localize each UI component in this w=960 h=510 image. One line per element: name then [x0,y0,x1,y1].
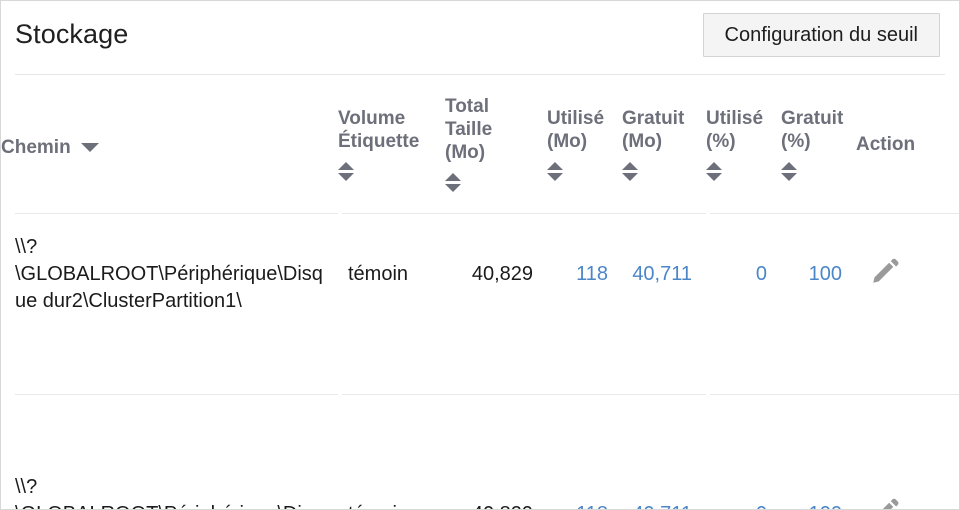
table-header: Chemin Volume Étiquette Total Taille (Mo [1,75,959,214]
caret-down-icon[interactable] [80,142,99,152]
column-header-free-pct-text: Gratuit (%) [781,107,844,152]
column-header-total-size[interactable]: Total Taille (Mo) [445,75,547,213]
cell-used-mo[interactable]: 118 [547,454,622,509]
cell-free-pct[interactable]: 100 [781,454,856,509]
cell-used-mo[interactable]: 118 [547,214,622,334]
table-header-row: Chemin Volume Étiquette Total Taille (Mo [1,75,959,213]
cell-free-mo[interactable]: 40,711 [622,214,706,334]
cell-action [856,214,959,334]
column-header-used-pct-text: Utilisé (%) [706,107,764,152]
row-divider [1,334,959,454]
storage-card: Stockage Configuration du seuil Chemin V… [0,0,960,510]
column-header-volume-label[interactable]: Volume Étiquette [338,75,445,213]
cell-volume-label: témoin [338,214,445,334]
cell-used-pct[interactable]: 0 [706,454,781,509]
column-header-path[interactable]: Chemin [1,75,338,213]
column-header-used-mo[interactable]: Utilisé (Mo) [547,75,622,213]
sort-arrows-icon[interactable] [781,161,797,182]
card-header: Stockage Configuration du seuil [1,1,959,75]
page-title: Stockage [15,19,129,49]
cell-free-pct[interactable]: 100 [781,214,856,334]
column-header-used-mo-text: Utilisé (Mo) [547,107,605,152]
sort-arrows-icon[interactable] [338,161,354,182]
column-header-action: Action [856,75,959,213]
pencil-icon[interactable] [870,496,900,509]
sort-arrows-icon[interactable] [622,161,638,182]
pencil-icon[interactable] [870,256,900,286]
column-header-free-mo-text: Gratuit (Mo) [622,107,685,152]
cell-volume-label: témoin [338,454,445,509]
rule-segment-right [706,334,959,454]
table-row[interactable]: \\?\GLOBALROOT\Périphérique\Disque dur3\… [1,454,959,509]
column-header-free-mo[interactable]: Gratuit (Mo) [622,75,706,213]
threshold-configuration-button[interactable]: Configuration du seuil [702,13,940,57]
cell-used-pct[interactable]: 0 [706,214,781,334]
table-row-0[interactable]: \\?\GLOBALROOT\Périphérique\Disque dur2\… [1,214,959,334]
table-row[interactable]: \\?\GLOBALROOT\Périphérique\Disque dur2\… [1,214,959,454]
sort-arrows-icon[interactable] [547,161,563,182]
cell-path: \\?\GLOBALROOT\Périphérique\Disque dur3\… [1,454,338,509]
table-row-1[interactable]: \\?\GLOBALROOT\Périphérique\Disque dur3\… [1,454,959,509]
cell-path: \\?\GLOBALROOT\Périphérique\Disque dur2\… [1,214,338,334]
column-header-free-pct[interactable]: Gratuit (%) [781,75,856,213]
rule-segment-path [1,334,352,454]
cell-free-mo[interactable]: 40,711 [622,454,706,509]
column-header-used-pct[interactable]: Utilisé (%) [706,75,781,213]
column-header-path-label: Chemin [1,136,71,158]
sort-arrows-icon[interactable] [445,173,461,193]
column-header-total-size-text: Total Taille (Mo) [445,96,493,163]
column-header-action-text: Action [856,133,916,155]
sort-arrows-icon[interactable] [706,161,722,182]
cell-total-size: 40,829 [445,454,547,509]
storage-table: Chemin Volume Étiquette Total Taille (Mo [1,75,959,509]
column-header-volume-label-text: Volume Étiquette [338,107,420,152]
cell-total-size: 40,829 [445,214,547,334]
rule-segment-middle [338,334,710,454]
cell-action [856,454,959,509]
